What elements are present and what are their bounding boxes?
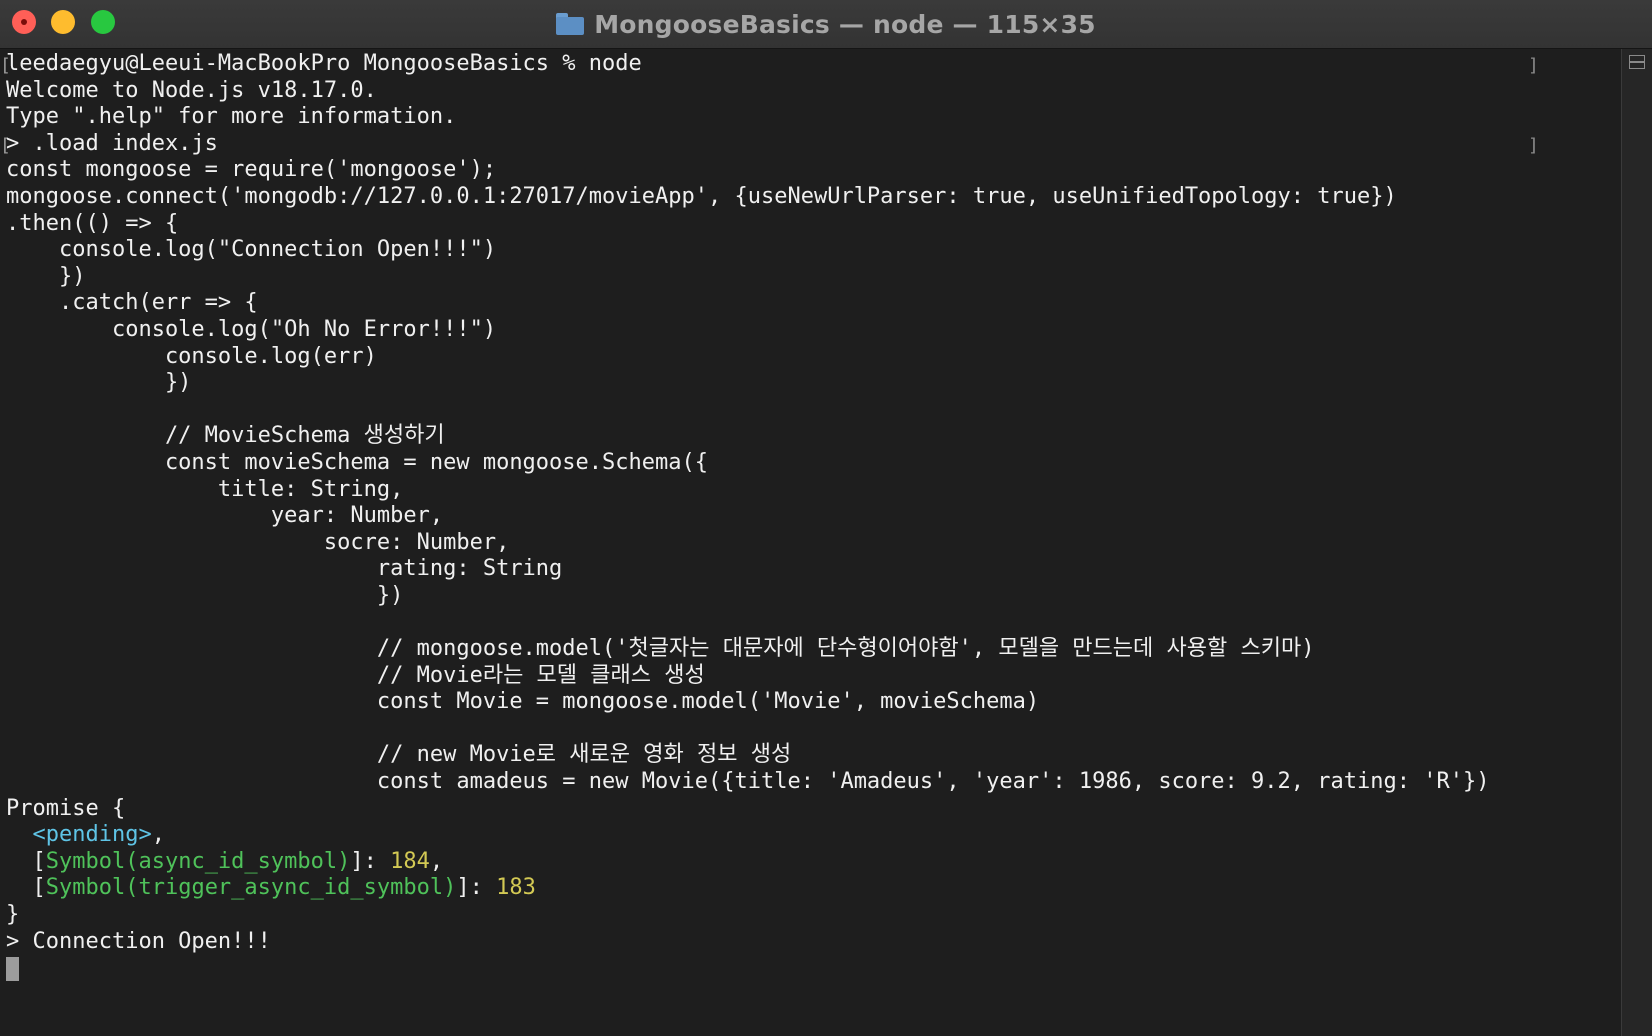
scrollbar[interactable] <box>1621 49 1652 1036</box>
terminal-line: }) <box>6 263 86 289</box>
terminal-line: year: Number, <box>6 503 444 529</box>
terminal-output: leedaegyu@Leeui-MacBookPro MongooseBasic… <box>6 51 1489 955</box>
terminal-line: console.log(err) <box>6 343 377 369</box>
mark-bracket-icon: ] <box>1528 135 1539 156</box>
promise-close-line: } <box>6 902 20 927</box>
terminal-line: console.log("Oh No Error!!!") <box>6 316 497 342</box>
terminal-line: socre: Number, <box>6 529 510 555</box>
terminal-line: > .load index.js <box>6 130 218 156</box>
terminal-content[interactable]: [ [ ] ] leedaegyu@Leeui-MacBookPro Mongo… <box>0 49 1622 1036</box>
terminal-line: // new Movie로 새로운 영화 정보 생성 <box>6 742 792 768</box>
terminal-line: console.log("Connection Open!!!") <box>6 237 497 263</box>
terminal-line: leedaegyu@Leeui-MacBookPro MongooseBasic… <box>6 51 642 76</box>
window-title-area: MongooseBasics — node — 115×35 <box>0 0 1652 48</box>
text-cursor[interactable] <box>6 957 19 981</box>
connection-output-line: > Connection Open!!! <box>6 928 271 954</box>
terminal-line: const amadeus = new Movie({title: 'Amade… <box>6 769 1490 795</box>
trigger-id-symbol: Symbol(trigger_async_id_symbol) <box>45 875 457 901</box>
terminal-line: }) <box>6 370 192 396</box>
title-bar[interactable]: MongooseBasics — node — 115×35 <box>0 0 1652 49</box>
terminal-line: rating: String <box>6 556 563 582</box>
terminal-line: // Movie라는 모델 클래스 생성 <box>6 662 705 688</box>
mark-bracket-icon: ] <box>1528 55 1539 76</box>
terminal-line: .then(() => { <box>6 210 179 236</box>
promise-async-id-line: [Symbol(async_id_symbol)]: 184, <box>6 848 444 874</box>
terminal-line: const mongoose = require('mongoose'); <box>6 157 497 183</box>
terminal-line: Promise { <box>6 795 126 821</box>
terminal-line: title: String, <box>6 476 404 502</box>
terminal-line: }) <box>6 582 404 608</box>
promise-trigger-id-line: [Symbol(trigger_async_id_symbol)]: 183 <box>6 875 536 901</box>
terminal-line: .catch(err => { <box>6 290 258 316</box>
terminal-window: MongooseBasics — node — 115×35 [ [ ] ] l… <box>0 0 1652 1036</box>
split-pane-icon[interactable] <box>1629 55 1645 69</box>
trigger-id-value: 183 <box>496 875 536 901</box>
pending-state: <pending> <box>32 822 152 848</box>
terminal-line: Type ".help" for more information. <box>6 104 457 130</box>
async-id-symbol: Symbol(async_id_symbol) <box>45 848 351 874</box>
terminal-line: mongoose.connect('mongodb://127.0.0.1:27… <box>6 183 1397 209</box>
async-id-value: 184 <box>390 848 430 874</box>
terminal-line: // mongoose.model('첫글자는 대문자에 단수형이어야함', 모… <box>6 636 1315 662</box>
terminal-line: const movieSchema = new mongoose.Schema(… <box>6 449 708 475</box>
terminal-line: Welcome to Node.js v18.17.0. <box>6 77 377 103</box>
folder-icon <box>556 13 585 35</box>
window-title: MongooseBasics — node — 115×35 <box>594 9 1096 39</box>
terminal-line: // MovieSchema 생성하기 <box>6 423 445 449</box>
promise-pending-line: <pending>, <box>32 822 165 848</box>
terminal-line: const Movie = mongoose.model('Movie', mo… <box>6 689 1040 715</box>
